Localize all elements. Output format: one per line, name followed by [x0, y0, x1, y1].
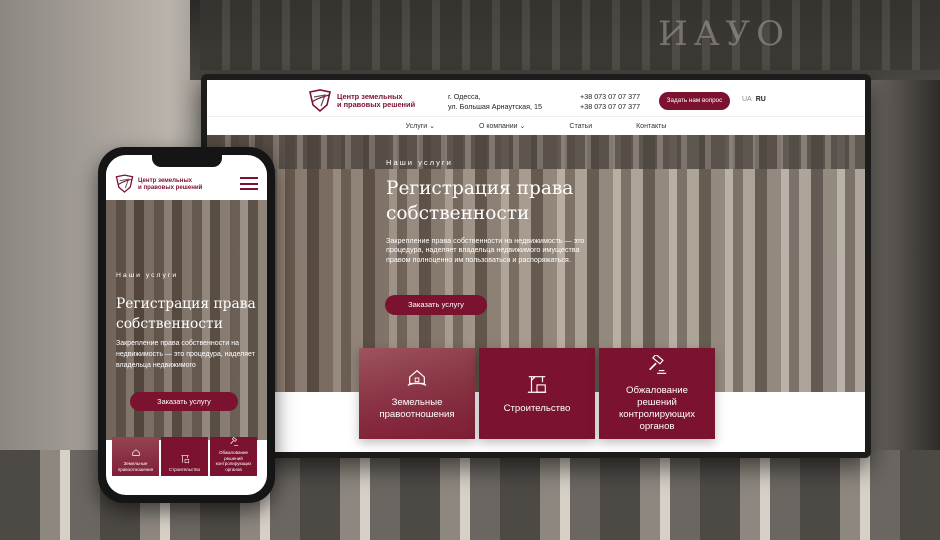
brand-name-line2: и правовых решений	[337, 100, 416, 109]
phone-link-1[interactable]: +38 073 07 07 377	[580, 92, 640, 102]
service-card-construction-label: Строительство	[503, 402, 571, 414]
desktop-screen: Центр земельных и правовых решений г. Од…	[207, 80, 865, 452]
hero-columns-capital	[207, 135, 865, 169]
phone-screen: Центр земельных и правовых решений Наши …	[106, 155, 267, 495]
mobile-header: Центр земельных и правовых решений	[106, 167, 267, 200]
nav-item-contacts[interactable]: Контакты	[614, 117, 688, 135]
service-card-appeal-label: Обжалование решений контролирующих орган…	[618, 384, 696, 432]
shield-logo-icon	[309, 89, 331, 113]
service-card-appeal[interactable]: Обжалование решений контролирующих орган…	[599, 348, 715, 439]
construction-crane-icon	[180, 454, 189, 463]
chevron-down-icon: ⌄	[429, 123, 435, 130]
mobile-card-land[interactable]: Земельные правоотношения	[112, 437, 159, 476]
mobile-card-construction-label: Строительство	[168, 466, 201, 472]
mobile-hero-description: Закрепление права собственности на недви…	[116, 340, 255, 369]
phone-link-2[interactable]: +38 073 07 07 377	[580, 102, 640, 112]
desktop-hero-description: Закрепление права собственности на недви…	[386, 236, 585, 264]
lang-ru[interactable]: RU	[756, 96, 766, 103]
service-card-land[interactable]: Земельные правоотношения	[359, 348, 475, 439]
house-hands-icon	[131, 449, 140, 456]
address-line1: г. Одесса,	[448, 92, 481, 101]
brand-name-line2: и правовых решений	[138, 184, 203, 191]
desktop-order-service-button[interactable]: Заказать услугу	[385, 295, 487, 315]
address-line2: ул. Большая Арнаутская, 15	[448, 101, 543, 111]
nav-item-about-label: О компании	[478, 123, 518, 130]
phone-notch	[151, 155, 222, 167]
service-card-land-label: Земельные правоотношения	[379, 396, 455, 420]
background-inscription: ИАУО	[658, 14, 790, 54]
mobile-hero-title: Регистрация права собственности	[116, 296, 256, 332]
desktop-hero-title: Регистрация права собственности	[386, 178, 574, 224]
nav-item-articles[interactable]: Статьи	[547, 117, 614, 135]
desktop-address: г. Одесса, ул. Большая Арнаутская, 15	[448, 92, 542, 111]
mobile-service-cards: Земельные правоотношения Строительство О…	[112, 437, 257, 476]
desktop-hero-eyebrow: Наши услуги	[386, 158, 453, 167]
mobile-card-land-label: Земельные правоотношения	[117, 461, 154, 472]
mobile-card-appeal-label: Обжалование решений контролирующих орган…	[215, 450, 252, 472]
gavel-icon	[229, 437, 238, 446]
service-card-construction[interactable]: Строительство	[479, 348, 595, 439]
mobile-logo[interactable]: Центр земельных и правовых решений	[114, 174, 202, 194]
desktop-header: Центр земельных и правовых решений г. Од…	[207, 80, 865, 135]
lang-ua[interactable]: UA	[742, 96, 752, 103]
nav-item-services[interactable]: Услуги ⌄	[384, 117, 457, 135]
brand-name-line1: Центр земельных	[138, 176, 193, 184]
background-dentils	[200, 0, 940, 70]
mobile-logo-text: Центр земельных и правовых решений	[138, 177, 202, 192]
ask-question-button[interactable]: Задать нам вопрос	[659, 92, 730, 110]
house-hands-icon	[407, 369, 427, 386]
desktop-logo[interactable]: Центр земельных и правовых решений	[307, 89, 415, 113]
chevron-down-icon: ⌄	[519, 123, 526, 130]
mobile-card-construction[interactable]: Строительство	[161, 437, 208, 476]
language-switcher: UA RU	[742, 96, 766, 103]
desktop-logo-text: Центр земельных и правовых решений	[337, 92, 416, 110]
mobile-card-appeal[interactable]: Обжалование решений контролирующих орган…	[210, 437, 257, 476]
construction-crane-icon	[527, 375, 547, 393]
mobile-hero-eyebrow: Наши услуги	[116, 272, 179, 279]
nav-item-about[interactable]: О компании ⌄	[457, 117, 547, 135]
shield-logo-icon	[115, 174, 134, 193]
nav-item-services-label: Услуги	[405, 123, 428, 130]
desktop-phones: +38 073 07 07 377 +38 073 07 07 377	[580, 92, 640, 111]
phone-device: Центр земельных и правовых решений Наши …	[98, 147, 275, 503]
desktop-service-cards: Земельные правоотношения Строительство О…	[359, 348, 715, 439]
desktop-monitor: Центр земельных и правовых решений г. Од…	[201, 74, 871, 458]
gavel-icon	[649, 354, 667, 374]
desktop-nav: Услуги ⌄ О компании ⌄ Статьи Контакты	[207, 116, 865, 135]
mobile-order-service-button[interactable]: Заказать услугу	[130, 392, 238, 411]
hamburger-menu-icon[interactable]	[240, 177, 258, 190]
